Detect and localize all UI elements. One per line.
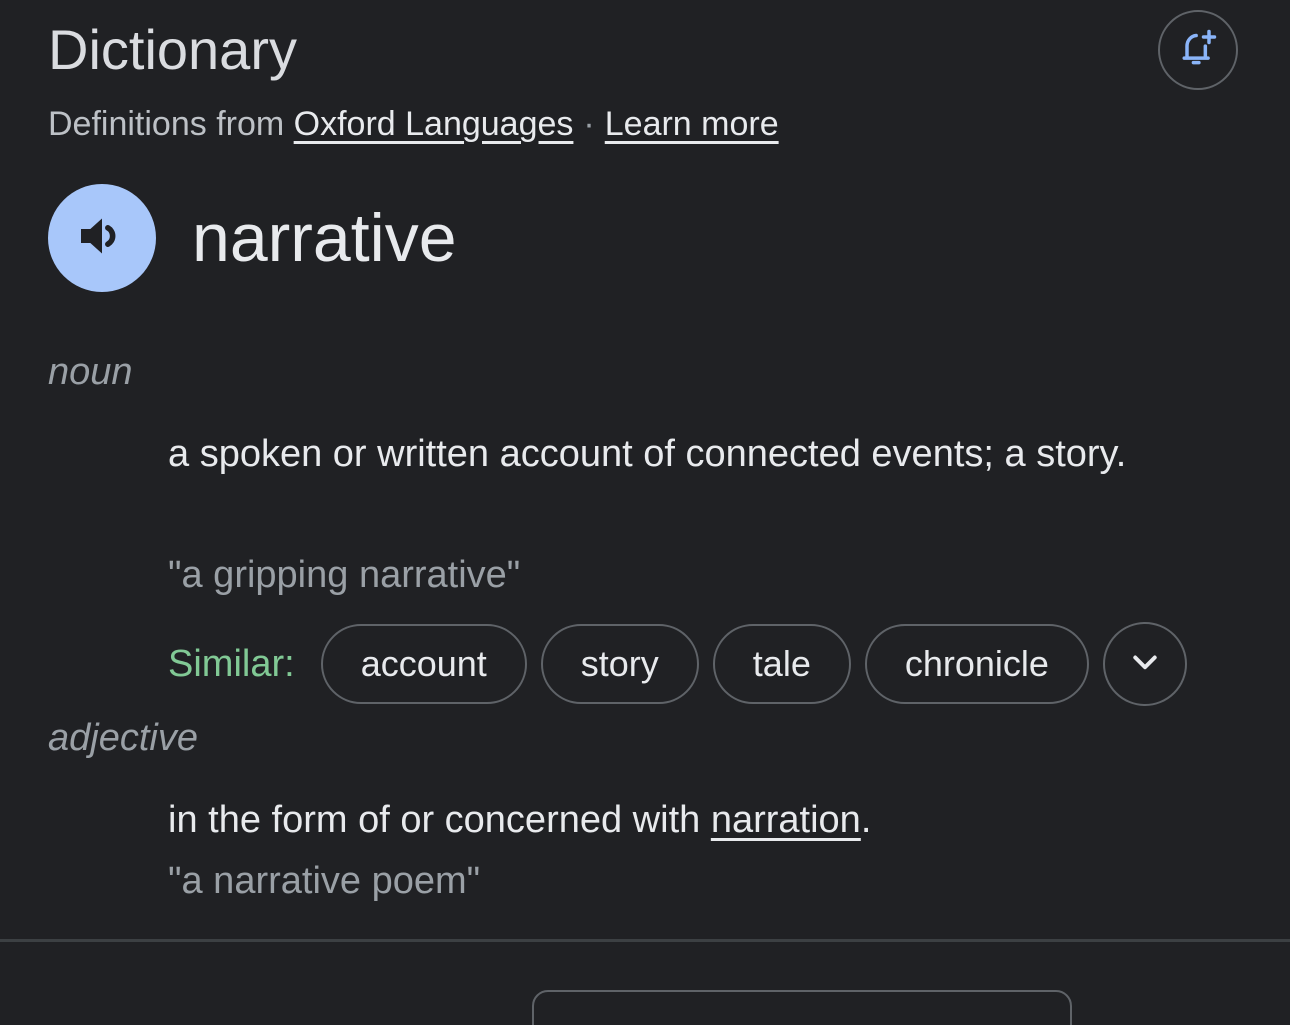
example-noun: "a gripping narrative": [168, 554, 521, 596]
similar-chip-tale[interactable]: tale: [712, 624, 851, 704]
chevron-down-icon: [1127, 644, 1163, 685]
definition-suffix: .: [860, 799, 872, 841]
part-of-speech-noun: noun: [48, 351, 133, 393]
alert-button[interactable]: [1158, 10, 1238, 90]
similar-chip-chronicle[interactable]: chronicle: [864, 624, 1089, 704]
similar-chip-account[interactable]: account: [320, 624, 527, 704]
headword: narrative: [192, 200, 457, 276]
similar-label: Similar:: [168, 642, 295, 685]
definition-noun: a spoken or written account of connected…: [168, 433, 1127, 475]
learn-more-link[interactable]: Learn more: [605, 105, 779, 143]
expand-similar-button[interactable]: [1102, 622, 1187, 706]
pronunciation-button[interactable]: [48, 184, 156, 292]
narration-link[interactable]: narration: [711, 799, 861, 841]
section-divider: [0, 939, 1290, 942]
source-prefix: Definitions from: [48, 105, 285, 143]
bell-plus-icon: [1176, 26, 1220, 75]
page-title: Dictionary: [48, 18, 297, 81]
dictionary-card: Dictionary Definitions from Oxford Langu…: [0, 0, 1290, 1025]
source-line: Definitions from Oxford Languages · Learn …: [48, 102, 779, 146]
separator: ·: [583, 105, 595, 143]
oxford-languages-link[interactable]: Oxford Languages: [294, 105, 574, 143]
similar-chip-story[interactable]: story: [540, 624, 699, 704]
next-card-edge: [532, 990, 1072, 1025]
part-of-speech-adjective: adjective: [48, 717, 198, 759]
speaker-icon: [74, 208, 130, 269]
example-adjective: "a narrative poem": [168, 860, 481, 902]
similar-words-row: Similar: account story tale chronicle: [168, 622, 1187, 706]
definition-prefix: in the form of or concerned with: [168, 799, 711, 841]
definition-adjective: in the form of or concerned with narrati…: [168, 790, 1188, 850]
